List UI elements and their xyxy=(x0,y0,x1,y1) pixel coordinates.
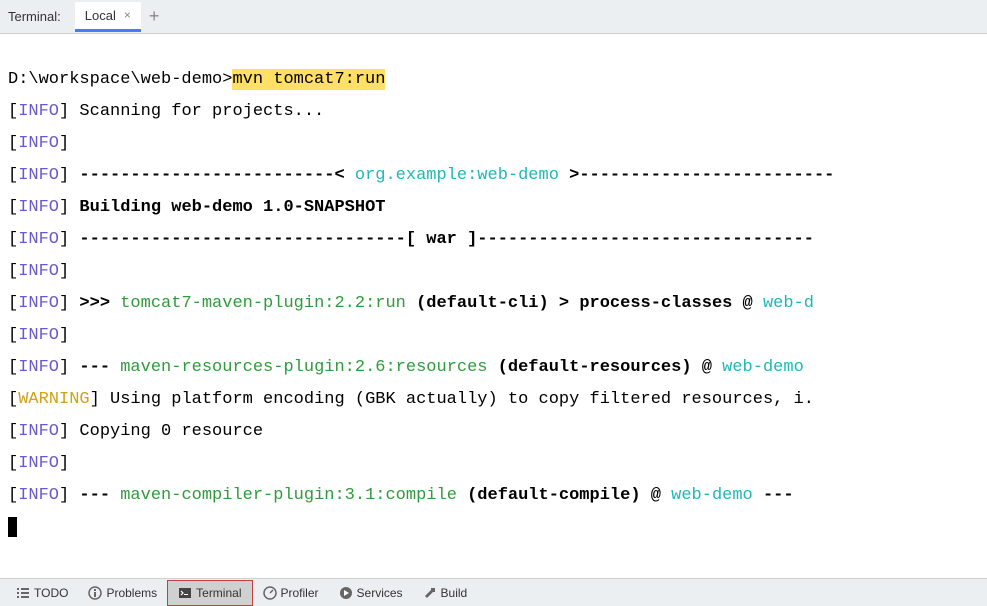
profiler-tool[interactable]: Profiler xyxy=(253,580,329,606)
add-tab-icon[interactable]: + xyxy=(141,6,168,27)
close-icon[interactable]: × xyxy=(124,8,131,22)
terminal-tool[interactable]: Terminal xyxy=(167,580,252,606)
play-icon xyxy=(339,586,353,600)
hammer-icon xyxy=(423,586,437,600)
terminal-header: Terminal: Local × + xyxy=(0,0,987,34)
command: mvn tomcat7:run xyxy=(232,69,385,90)
problems-tool[interactable]: Problems xyxy=(78,580,167,606)
tab-label: Local xyxy=(85,8,116,23)
build-tool[interactable]: Build xyxy=(413,580,478,606)
bottom-toolbar: TODO Problems Terminal Profiler Services… xyxy=(0,578,987,606)
prompt: D:\workspace\web-demo> xyxy=(8,70,232,89)
terminal-label: Terminal: xyxy=(8,9,61,24)
terminal-cursor xyxy=(8,517,17,537)
todo-tool[interactable]: TODO xyxy=(6,580,78,606)
gauge-icon xyxy=(263,586,277,600)
info-icon xyxy=(88,586,102,600)
terminal-output[interactable]: D:\workspace\web-demo>mvn tomcat7:run [I… xyxy=(0,34,987,578)
list-icon xyxy=(16,586,30,600)
terminal-icon xyxy=(178,586,192,600)
services-tool[interactable]: Services xyxy=(329,580,413,606)
tab-local[interactable]: Local × xyxy=(75,2,141,32)
